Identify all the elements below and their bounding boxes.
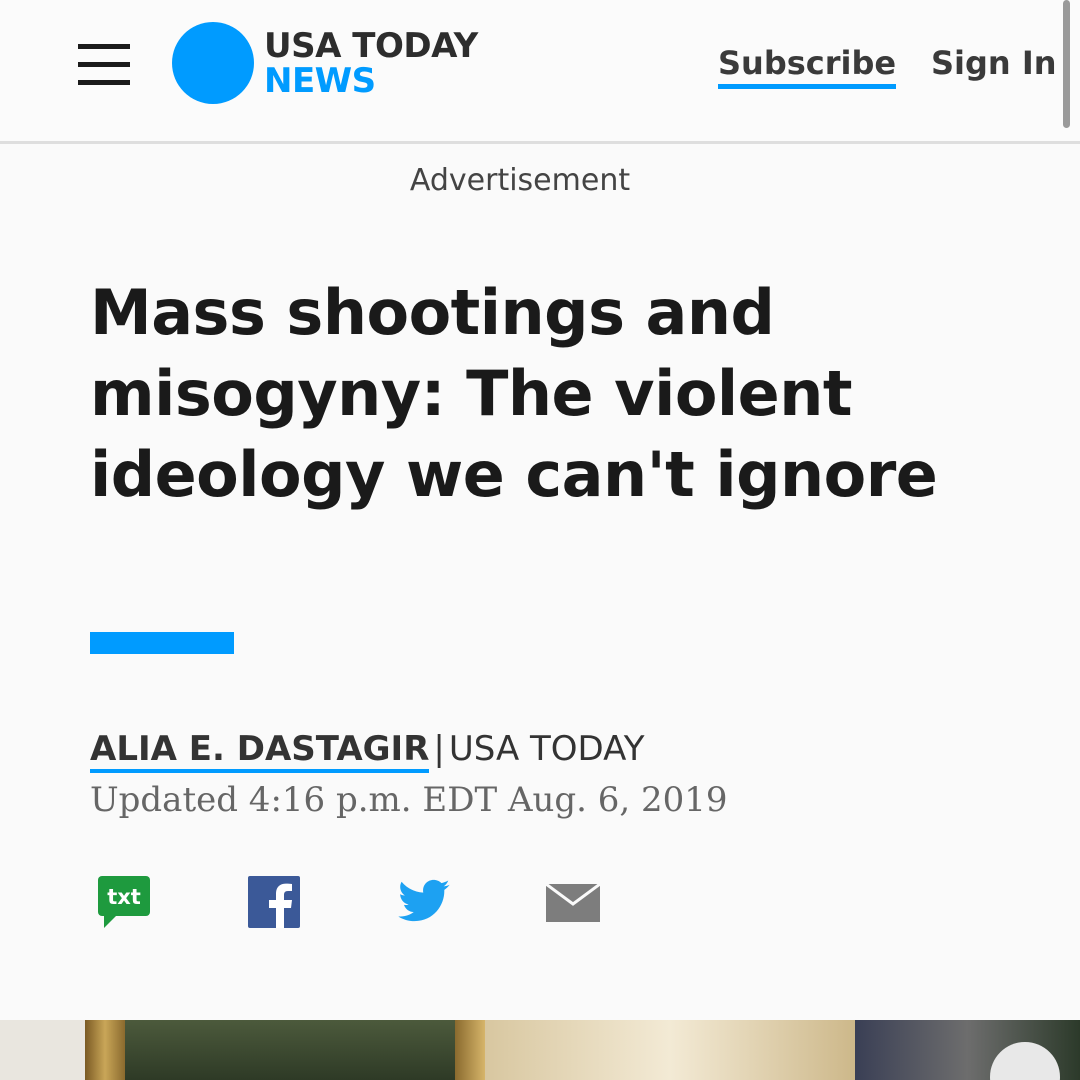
menu-icon-bar xyxy=(78,44,130,49)
brand-name[interactable]: USA TODAY xyxy=(264,27,478,65)
sms-txt-icon-graphic: txt xyxy=(98,876,150,928)
headline-accent-bar xyxy=(90,632,234,654)
photo-region xyxy=(85,1020,125,1080)
advertisement-label: Advertisement xyxy=(409,163,631,198)
author-link[interactable]: ALIA E. DASTAGIR xyxy=(90,729,430,773)
subscribe-link[interactable]: Subscribe xyxy=(718,44,897,89)
menu-icon-bar xyxy=(78,80,130,85)
updated-timestamp: Updated 4:16 p.m. EDT Aug. 6, 2019 xyxy=(90,780,728,820)
scrollbar[interactable] xyxy=(1063,0,1070,128)
photo-region xyxy=(0,1020,85,1080)
menu-icon[interactable] xyxy=(78,44,130,86)
menu-icon-bar xyxy=(78,62,130,67)
byline: ALIA E. DASTAGIR | USA TODAY xyxy=(90,727,645,773)
byline-source: USA TODAY xyxy=(448,729,645,769)
twitter-icon-graphic xyxy=(398,879,450,922)
twitter-icon[interactable] xyxy=(396,874,452,934)
photo-region xyxy=(455,1020,485,1080)
top-header: USA TODAY NEWS Subscribe Sign In xyxy=(0,0,1080,144)
article-headline: Mass shootings and misogyny: The violent… xyxy=(90,276,938,511)
photo-region xyxy=(485,1020,855,1080)
facebook-icon-graphic xyxy=(248,876,300,928)
article-lead-photo[interactable] xyxy=(0,1020,1080,1080)
byline-separator: | xyxy=(433,729,445,769)
email-icon-graphic xyxy=(545,882,601,922)
sms-txt-label: txt xyxy=(107,885,141,909)
photo-region xyxy=(125,1020,455,1080)
usa-today-logo-dot[interactable] xyxy=(172,22,254,104)
brand-section[interactable]: NEWS xyxy=(264,62,376,100)
sms-txt-icon[interactable]: txt xyxy=(98,874,150,934)
sign-in-link[interactable]: Sign In xyxy=(931,44,1057,82)
email-icon[interactable] xyxy=(545,874,601,934)
facebook-icon[interactable] xyxy=(248,874,300,934)
